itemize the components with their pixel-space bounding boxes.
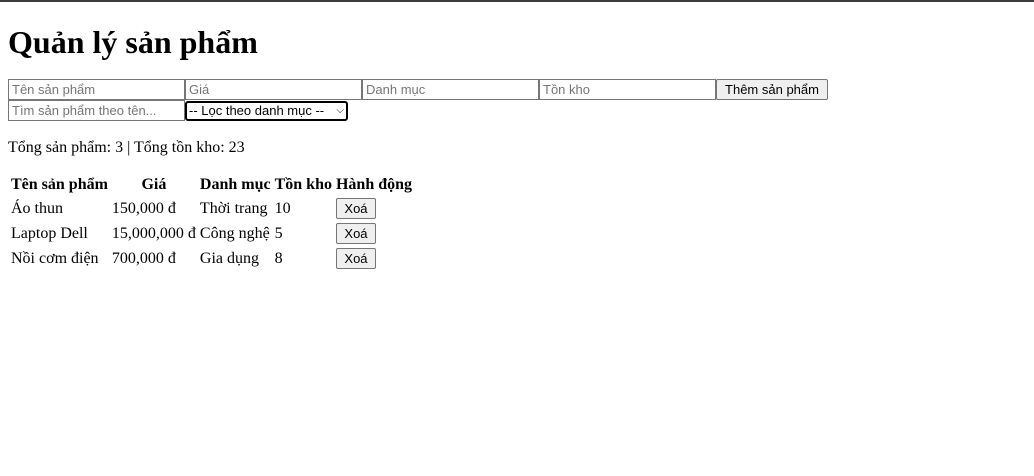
add-product-button[interactable]: Thêm sản phẩm (716, 79, 828, 100)
category-filter-value: -- Lọc theo danh mục -- (189, 103, 325, 118)
cell-action: Xoá (335, 197, 413, 220)
cell-name: Laptop Dell (11, 224, 88, 242)
cell-stock: 5 (274, 224, 283, 242)
cell-category: Gia dụng (199, 249, 260, 267)
cell-stock: 10 (274, 199, 291, 217)
cell-price: 15,000,000 đ (111, 224, 196, 242)
product-table: Tên sản phẩm Giá Danh mục Tồn kho Hành đ… (8, 173, 415, 272)
cell-price: 150,000 đ (111, 199, 176, 217)
table-header-row: Tên sản phẩm Giá Danh mục Tồn kho Hành đ… (10, 175, 413, 195)
cell-category: Công nghệ (199, 224, 270, 242)
header-name: Tên sản phẩm (11, 176, 108, 193)
price-input[interactable] (185, 79, 362, 100)
delete-button[interactable]: Xoá (335, 223, 376, 244)
delete-button[interactable]: Xoá (335, 248, 376, 269)
cell-price: 700,000 đ (111, 249, 176, 267)
table-row: Áo thun 150,000 đ Thời trang 10 Xoá (10, 197, 413, 220)
summary-text: Tổng sản phẩm: 3 | Tổng tồn kho: 23 (8, 139, 245, 156)
header-category: Danh mục (199, 176, 271, 193)
product-management-page: Quản lý sản phẩm Thêm sản phẩm -- Lọc th… (0, 24, 1034, 272)
cell-action: Xoá (335, 247, 413, 270)
header-stock: Tồn kho (274, 176, 332, 193)
cell-name: Nồi cơm điện (11, 249, 99, 267)
page-title: Quản lý sản phẩm (8, 24, 258, 60)
chevron-down-icon: ⌵ (336, 104, 344, 116)
filter-bar: -- Lọc theo danh mục -- ⌵ (8, 100, 1026, 121)
cell-name: Áo thun (11, 199, 63, 217)
stock-input[interactable] (539, 79, 716, 100)
delete-button[interactable]: Xoá (335, 198, 376, 219)
header-action: Hành động (335, 176, 413, 193)
cell-action: Xoá (335, 222, 413, 245)
search-input[interactable] (8, 100, 185, 121)
category-input[interactable] (362, 79, 539, 100)
cell-category: Thời trang (199, 199, 268, 217)
table-row: Laptop Dell 15,000,000 đ Công nghệ 5 Xoá (10, 222, 413, 245)
product-name-input[interactable] (8, 79, 185, 100)
table-row: Nồi cơm điện 700,000 đ Gia dụng 8 Xoá (10, 247, 413, 270)
category-filter-select[interactable]: -- Lọc theo danh mục -- ⌵ (185, 100, 348, 121)
add-product-form: Thêm sản phẩm (8, 79, 1026, 100)
header-price: Giá (141, 176, 167, 193)
cell-stock: 8 (274, 249, 283, 267)
